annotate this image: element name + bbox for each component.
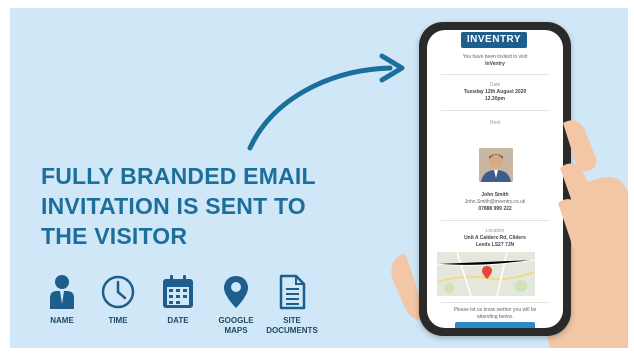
- finger-illustration: [558, 120, 604, 264]
- scene-frame: FULLY BRANDED EMAIL INVITATION IS SENT T…: [10, 8, 628, 348]
